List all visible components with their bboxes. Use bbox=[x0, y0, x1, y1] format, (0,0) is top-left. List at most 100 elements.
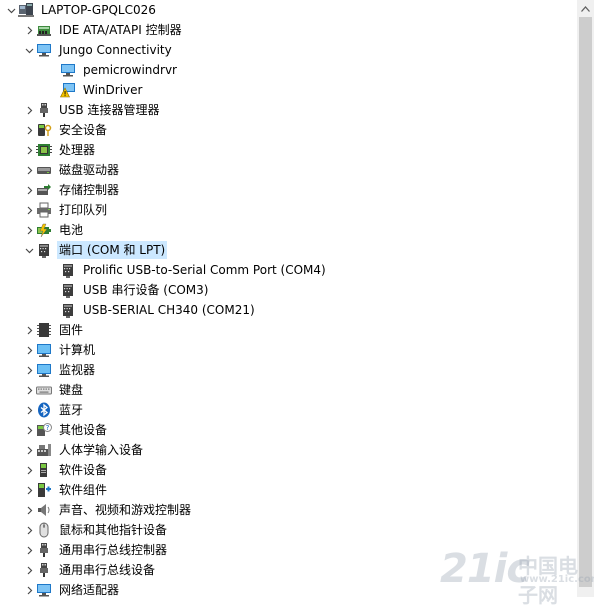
chevron-right-icon[interactable] bbox=[22, 440, 36, 460]
tree-row-label: 磁盘驱动器 bbox=[59, 163, 120, 177]
battery-icon bbox=[36, 222, 52, 238]
software-component-icon bbox=[36, 482, 52, 498]
tree-row-category-9[interactable]: 端口 (COM 和 LPT) bbox=[22, 240, 168, 260]
device-tree[interactable]: LAPTOP-GPQLC026 IDE ATA/ATAPI 控制器 Jungo Co… bbox=[0, 0, 577, 597]
tree-row-label: USB 串行设备 (COM3) bbox=[83, 283, 209, 297]
tree-row-label: Jungo Connectivity bbox=[59, 43, 172, 57]
chevron-right-icon[interactable] bbox=[22, 120, 36, 140]
tree-row-category-11[interactable]: 计算机 bbox=[22, 340, 97, 360]
tree-row-category-4[interactable]: 处理器 bbox=[22, 140, 97, 160]
chevron-right-icon[interactable] bbox=[22, 100, 36, 120]
vertical-scrollbar[interactable] bbox=[577, 0, 594, 597]
tree-row-label: 通用串行总线设备 bbox=[59, 563, 156, 577]
tree-row-category-18[interactable]: 软件组件 bbox=[22, 480, 109, 500]
tree-row-device-1-0[interactable]: pemicrowindrvr bbox=[46, 60, 179, 80]
chevron-right-icon[interactable] bbox=[22, 520, 36, 540]
tree-row-category-12[interactable]: 监视器 bbox=[22, 360, 97, 380]
tree-row-category-3[interactable]: 安全设备 bbox=[22, 120, 109, 140]
chevron-right-icon[interactable] bbox=[22, 380, 36, 400]
chevron-right-icon[interactable] bbox=[22, 160, 36, 180]
usb-plug-icon bbox=[36, 542, 52, 558]
tree-row-device-9-0[interactable]: Prolific USB-to-Serial Comm Port (COM4) bbox=[46, 260, 328, 280]
tree-row-device-1-1[interactable]: WinDriver bbox=[46, 80, 144, 100]
speaker-icon bbox=[36, 502, 52, 518]
chevron-right-icon[interactable] bbox=[22, 20, 36, 40]
tree-row-label: 监视器 bbox=[59, 363, 96, 377]
chevron-right-icon[interactable] bbox=[22, 140, 36, 160]
chevron-right-icon[interactable] bbox=[22, 180, 36, 200]
tree-row-label: 端口 (COM 和 LPT) bbox=[57, 241, 168, 259]
tree-row-category-21[interactable]: 通用串行总线控制器 bbox=[22, 540, 169, 560]
chevron-right-icon[interactable] bbox=[22, 360, 36, 380]
tree-row-category-17[interactable]: 软件设备 bbox=[22, 460, 109, 480]
tree-row-category-8[interactable]: 电池 bbox=[22, 220, 85, 240]
chevron-right-icon[interactable] bbox=[22, 400, 36, 420]
scrollbar-thumb[interactable] bbox=[579, 17, 592, 587]
tree-row-label: LAPTOP-GPQLC026 bbox=[41, 3, 156, 17]
chevron-down-icon[interactable] bbox=[4, 0, 18, 20]
usb-plug-icon bbox=[36, 562, 52, 578]
chevron-right-icon[interactable] bbox=[22, 560, 36, 580]
tree-row-label: 人体学输入设备 bbox=[59, 443, 144, 457]
bluetooth-icon bbox=[36, 402, 52, 418]
chevron-right-icon[interactable] bbox=[22, 580, 36, 597]
tree-row-category-23[interactable]: 网络适配器 bbox=[22, 580, 121, 597]
chevron-down-icon[interactable] bbox=[22, 40, 36, 60]
tree-row-label: 处理器 bbox=[59, 143, 96, 157]
tree-row-tree-root[interactable]: LAPTOP-GPQLC026 bbox=[4, 0, 158, 20]
tree-row-label: 打印队列 bbox=[59, 203, 108, 217]
tree-row-category-10[interactable]: 固件 bbox=[22, 320, 85, 340]
tree-row-label: IDE ATA/ATAPI 控制器 bbox=[59, 23, 182, 37]
processor-icon bbox=[36, 142, 52, 158]
tree-row-category-15[interactable]: ? 其他设备 bbox=[22, 420, 109, 440]
port-icon bbox=[60, 262, 76, 278]
tree-row-category-6[interactable]: 存储控制器 bbox=[22, 180, 121, 200]
tree-row-label: 软件设备 bbox=[59, 463, 108, 477]
tree-row-category-16[interactable]: 人体学输入设备 bbox=[22, 440, 145, 460]
tree-row-category-0[interactable]: IDE ATA/ATAPI 控制器 bbox=[22, 20, 184, 40]
tree-row-category-13[interactable]: 键盘 bbox=[22, 380, 85, 400]
chevron-right-icon[interactable] bbox=[22, 480, 36, 500]
tree-row-device-9-2[interactable]: USB-SERIAL CH340 (COM21) bbox=[46, 300, 257, 320]
scroll-up-icon[interactable] bbox=[577, 0, 594, 17]
tree-row-category-7[interactable]: 打印队列 bbox=[22, 200, 109, 220]
usb-plug-icon bbox=[36, 102, 52, 118]
tree-row-category-20[interactable]: 鼠标和其他指针设备 bbox=[22, 520, 169, 540]
tree-row-category-22[interactable]: 通用串行总线设备 bbox=[22, 560, 157, 580]
tree-row-label: Prolific USB-to-Serial Comm Port (COM4) bbox=[83, 263, 326, 277]
keyboard-icon bbox=[36, 382, 52, 398]
software-device-icon bbox=[36, 462, 52, 478]
chevron-right-icon[interactable] bbox=[22, 500, 36, 520]
port-icon bbox=[60, 282, 76, 298]
tree-row-category-2[interactable]: USB 连接器管理器 bbox=[22, 100, 161, 120]
network-monitor-icon bbox=[60, 62, 76, 78]
tree-row-category-14[interactable]: 蓝牙 bbox=[22, 400, 85, 420]
tree-row-category-1[interactable]: Jungo Connectivity bbox=[22, 40, 174, 60]
network-monitor-icon bbox=[36, 42, 52, 58]
port-icon bbox=[36, 242, 52, 258]
security-key-icon bbox=[36, 122, 52, 138]
chevron-right-icon[interactable] bbox=[22, 220, 36, 240]
monitor-icon bbox=[36, 342, 52, 358]
tree-row-device-9-1[interactable]: USB 串行设备 (COM3) bbox=[46, 280, 210, 300]
chevron-right-icon[interactable] bbox=[22, 340, 36, 360]
chevron-right-icon[interactable] bbox=[22, 200, 36, 220]
tree-row-label: 软件组件 bbox=[59, 483, 108, 497]
tree-row-label: 蓝牙 bbox=[59, 403, 84, 417]
unknown-device-icon: ? bbox=[36, 422, 52, 438]
tree-row-category-19[interactable]: 声音、视频和游戏控制器 bbox=[22, 500, 193, 520]
tree-row-label: 鼠标和其他指针设备 bbox=[59, 523, 168, 537]
chevron-right-icon[interactable] bbox=[22, 320, 36, 340]
storage-controller-icon bbox=[36, 182, 52, 198]
svg-text:?: ? bbox=[46, 424, 50, 432]
tree-row-label: 计算机 bbox=[59, 343, 96, 357]
hid-icon bbox=[36, 442, 52, 458]
tree-row-category-5[interactable]: 磁盘驱动器 bbox=[22, 160, 121, 180]
disk-drive-icon bbox=[36, 162, 52, 178]
tree-row-label: 电池 bbox=[59, 223, 84, 237]
chevron-right-icon[interactable] bbox=[22, 540, 36, 560]
chevron-right-icon[interactable] bbox=[22, 460, 36, 480]
chevron-right-icon[interactable] bbox=[22, 420, 36, 440]
chevron-down-icon[interactable] bbox=[22, 240, 36, 260]
port-icon bbox=[60, 302, 76, 318]
